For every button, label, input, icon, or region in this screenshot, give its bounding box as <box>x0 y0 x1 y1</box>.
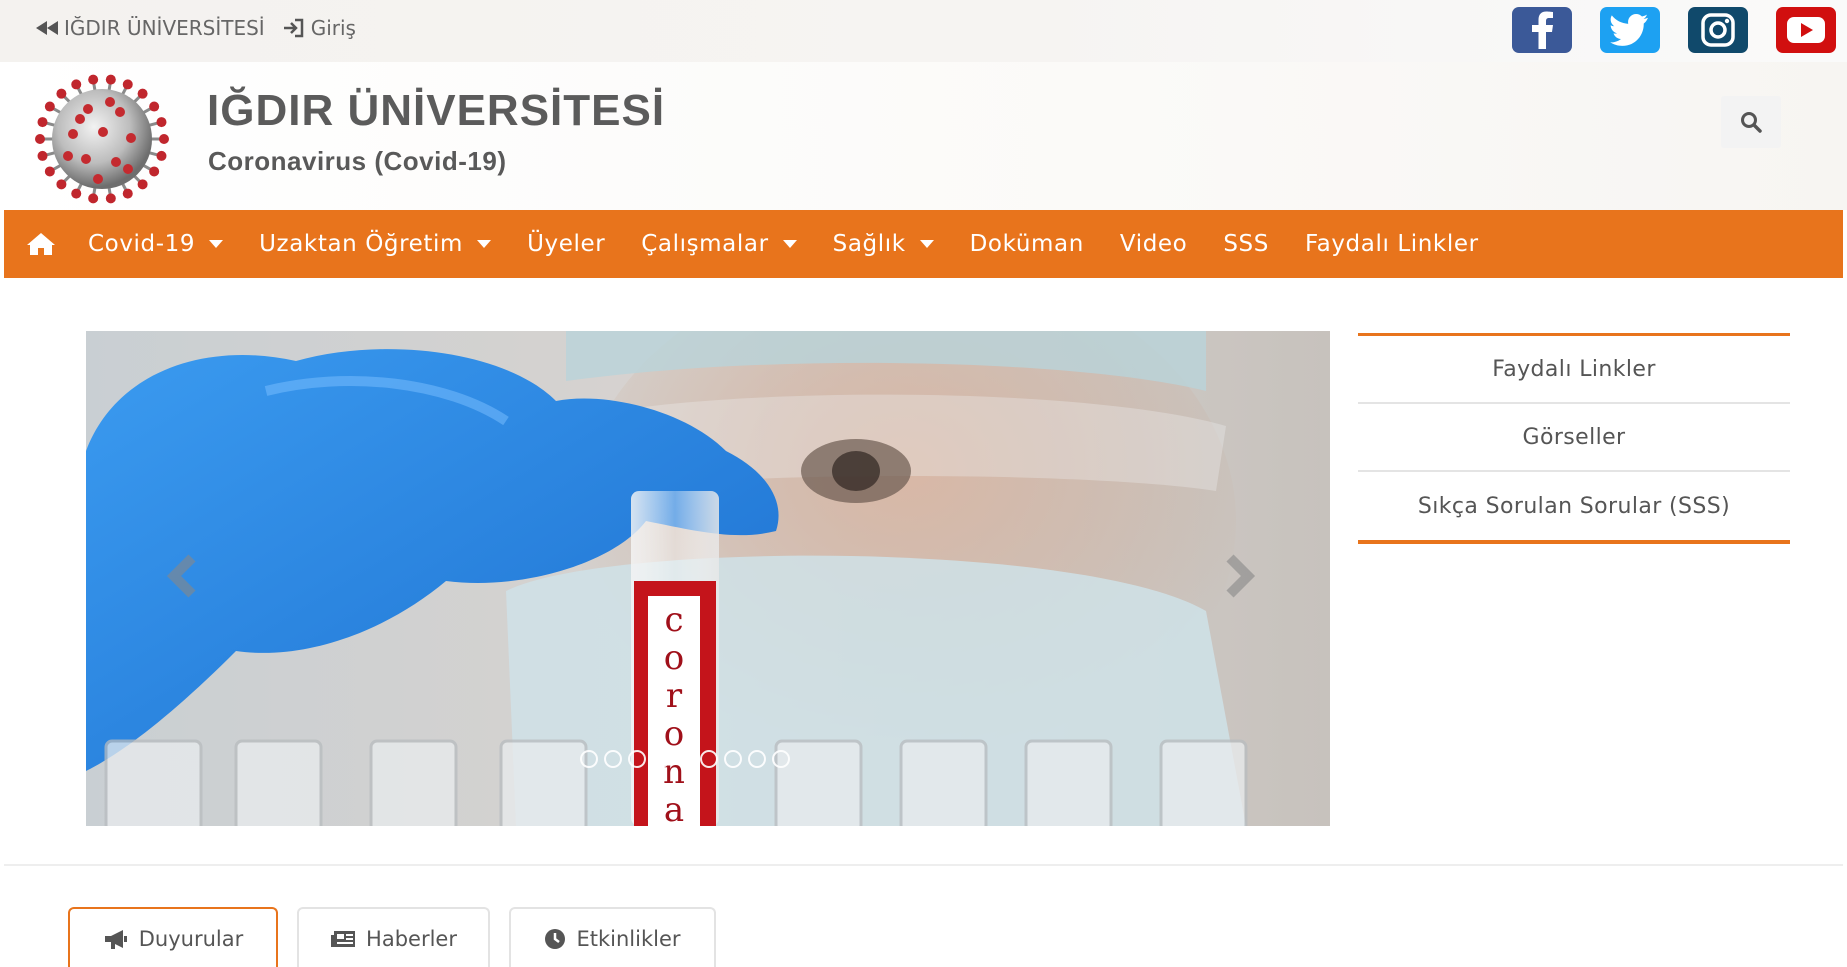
nav-home[interactable] <box>12 210 70 278</box>
twitter-button[interactable] <box>1600 7 1660 53</box>
youtube-icon <box>1787 17 1825 43</box>
tube-label-text: corona <box>663 600 685 826</box>
login-label: Giriş <box>310 16 356 40</box>
nav-item-uzaktan-ogretim[interactable]: Uzaktan Öğretim <box>241 210 509 278</box>
nav-item-calismalar[interactable]: Çalışmalar <box>623 210 814 278</box>
university-home-link[interactable]: IĞDIR ÜNİVERSİTESİ <box>36 16 265 40</box>
carousel-dot[interactable] <box>580 750 598 768</box>
top-links: IĞDIR ÜNİVERSİTESİ Giriş <box>36 16 356 40</box>
nav-label: Uzaktan Öğretim <box>259 231 464 257</box>
caret-down-icon <box>782 240 797 248</box>
site-header: IĞDIR ÜNİVERSİTESİ Coronavirus (Covid-19… <box>0 62 1847 210</box>
nav-label: Üyeler <box>527 231 606 257</box>
nav-item-saglik[interactable]: Sağlık <box>815 210 952 278</box>
carousel-indicators <box>580 750 790 768</box>
facebook-button[interactable] <box>1512 7 1572 53</box>
tab-label: Duyurular <box>138 927 244 951</box>
megaphone-icon <box>104 930 127 949</box>
tab-haberler[interactable]: Haberler <box>297 907 490 967</box>
tab-label: Etkinlikler <box>576 927 681 951</box>
site-title[interactable]: IĞDIR ÜNİVERSİTESİ <box>207 86 665 136</box>
side-menu: Faydalı Linkler Görseller Sıkça Sorulan … <box>1358 333 1790 544</box>
carousel-dot[interactable] <box>628 750 646 768</box>
home-icon <box>27 233 55 255</box>
nav-label: Covid-19 <box>88 231 196 257</box>
tab-label: Haberler <box>366 927 457 951</box>
search-button[interactable] <box>1721 96 1781 148</box>
tab-etkinlikler[interactable]: Etkinlikler <box>509 907 716 967</box>
nav-label: Çalışmalar <box>641 231 769 257</box>
nav-label: Sağlık <box>832 231 906 257</box>
side-item-sss[interactable]: Sıkça Sorulan Sorular (SSS) <box>1358 472 1790 540</box>
side-item-gorseller[interactable]: Görseller <box>1358 404 1790 472</box>
main-nav: Covid-19 Uzaktan Öğretim Üyeler Çalışmal… <box>4 210 1843 278</box>
clock-icon <box>545 929 566 949</box>
carousel-dot[interactable] <box>604 750 622 768</box>
carousel-dot[interactable] <box>700 750 718 768</box>
nav-label: Faydalı Linkler <box>1304 231 1479 257</box>
tab-duyurular[interactable]: Duyurular <box>68 907 278 967</box>
nav-item-uyeler[interactable]: Üyeler <box>509 210 623 278</box>
newspaper-icon <box>331 931 356 947</box>
carousel-dot[interactable] <box>652 750 670 768</box>
nav-item-sss[interactable]: SSS <box>1205 210 1287 278</box>
login-link[interactable]: Giriş <box>283 16 356 40</box>
nav-label: Doküman <box>969 231 1084 257</box>
section-divider <box>4 864 1843 866</box>
double-arrow-left-icon <box>36 21 58 35</box>
instagram-icon <box>1701 13 1735 47</box>
nav-label: Video <box>1119 231 1188 257</box>
top-bar: IĞDIR ÜNİVERSİTESİ Giriş <box>0 0 1847 62</box>
caret-down-icon <box>477 240 492 248</box>
carousel-dot[interactable] <box>724 750 742 768</box>
nav-item-faydali-linkler[interactable]: Faydalı Linkler <box>1287 210 1497 278</box>
caret-down-icon <box>919 240 934 248</box>
carousel-dot[interactable] <box>748 750 766 768</box>
university-home-label: IĞDIR ÜNİVERSİTESİ <box>64 16 265 40</box>
nav-item-video[interactable]: Video <box>1102 210 1205 278</box>
nav-item-covid19[interactable]: Covid-19 <box>70 210 241 278</box>
site-subtitle: Coronavirus (Covid-19) <box>208 146 507 176</box>
sign-in-icon <box>283 18 303 38</box>
caret-down-icon <box>209 240 224 248</box>
instagram-button[interactable] <box>1688 7 1748 53</box>
carousel-next-arrow-icon[interactable] <box>1208 546 1268 606</box>
carousel-dot[interactable] <box>676 750 694 768</box>
nav-label: SSS <box>1223 231 1269 257</box>
twitter-icon <box>1610 14 1648 46</box>
coronavirus-logo[interactable] <box>28 74 176 204</box>
image-carousel[interactable]: corona <box>86 331 1330 826</box>
side-item-faydali-linkler[interactable]: Faydalı Linkler <box>1358 336 1790 404</box>
facebook-icon <box>1532 11 1553 49</box>
search-icon <box>1741 112 1762 133</box>
youtube-button[interactable] <box>1776 7 1836 53</box>
carousel-dot[interactable] <box>772 750 790 768</box>
carousel-prev-arrow-icon[interactable] <box>154 546 214 606</box>
nav-item-dokuman[interactable]: Doküman <box>952 210 1102 278</box>
social-links <box>1512 7 1836 53</box>
